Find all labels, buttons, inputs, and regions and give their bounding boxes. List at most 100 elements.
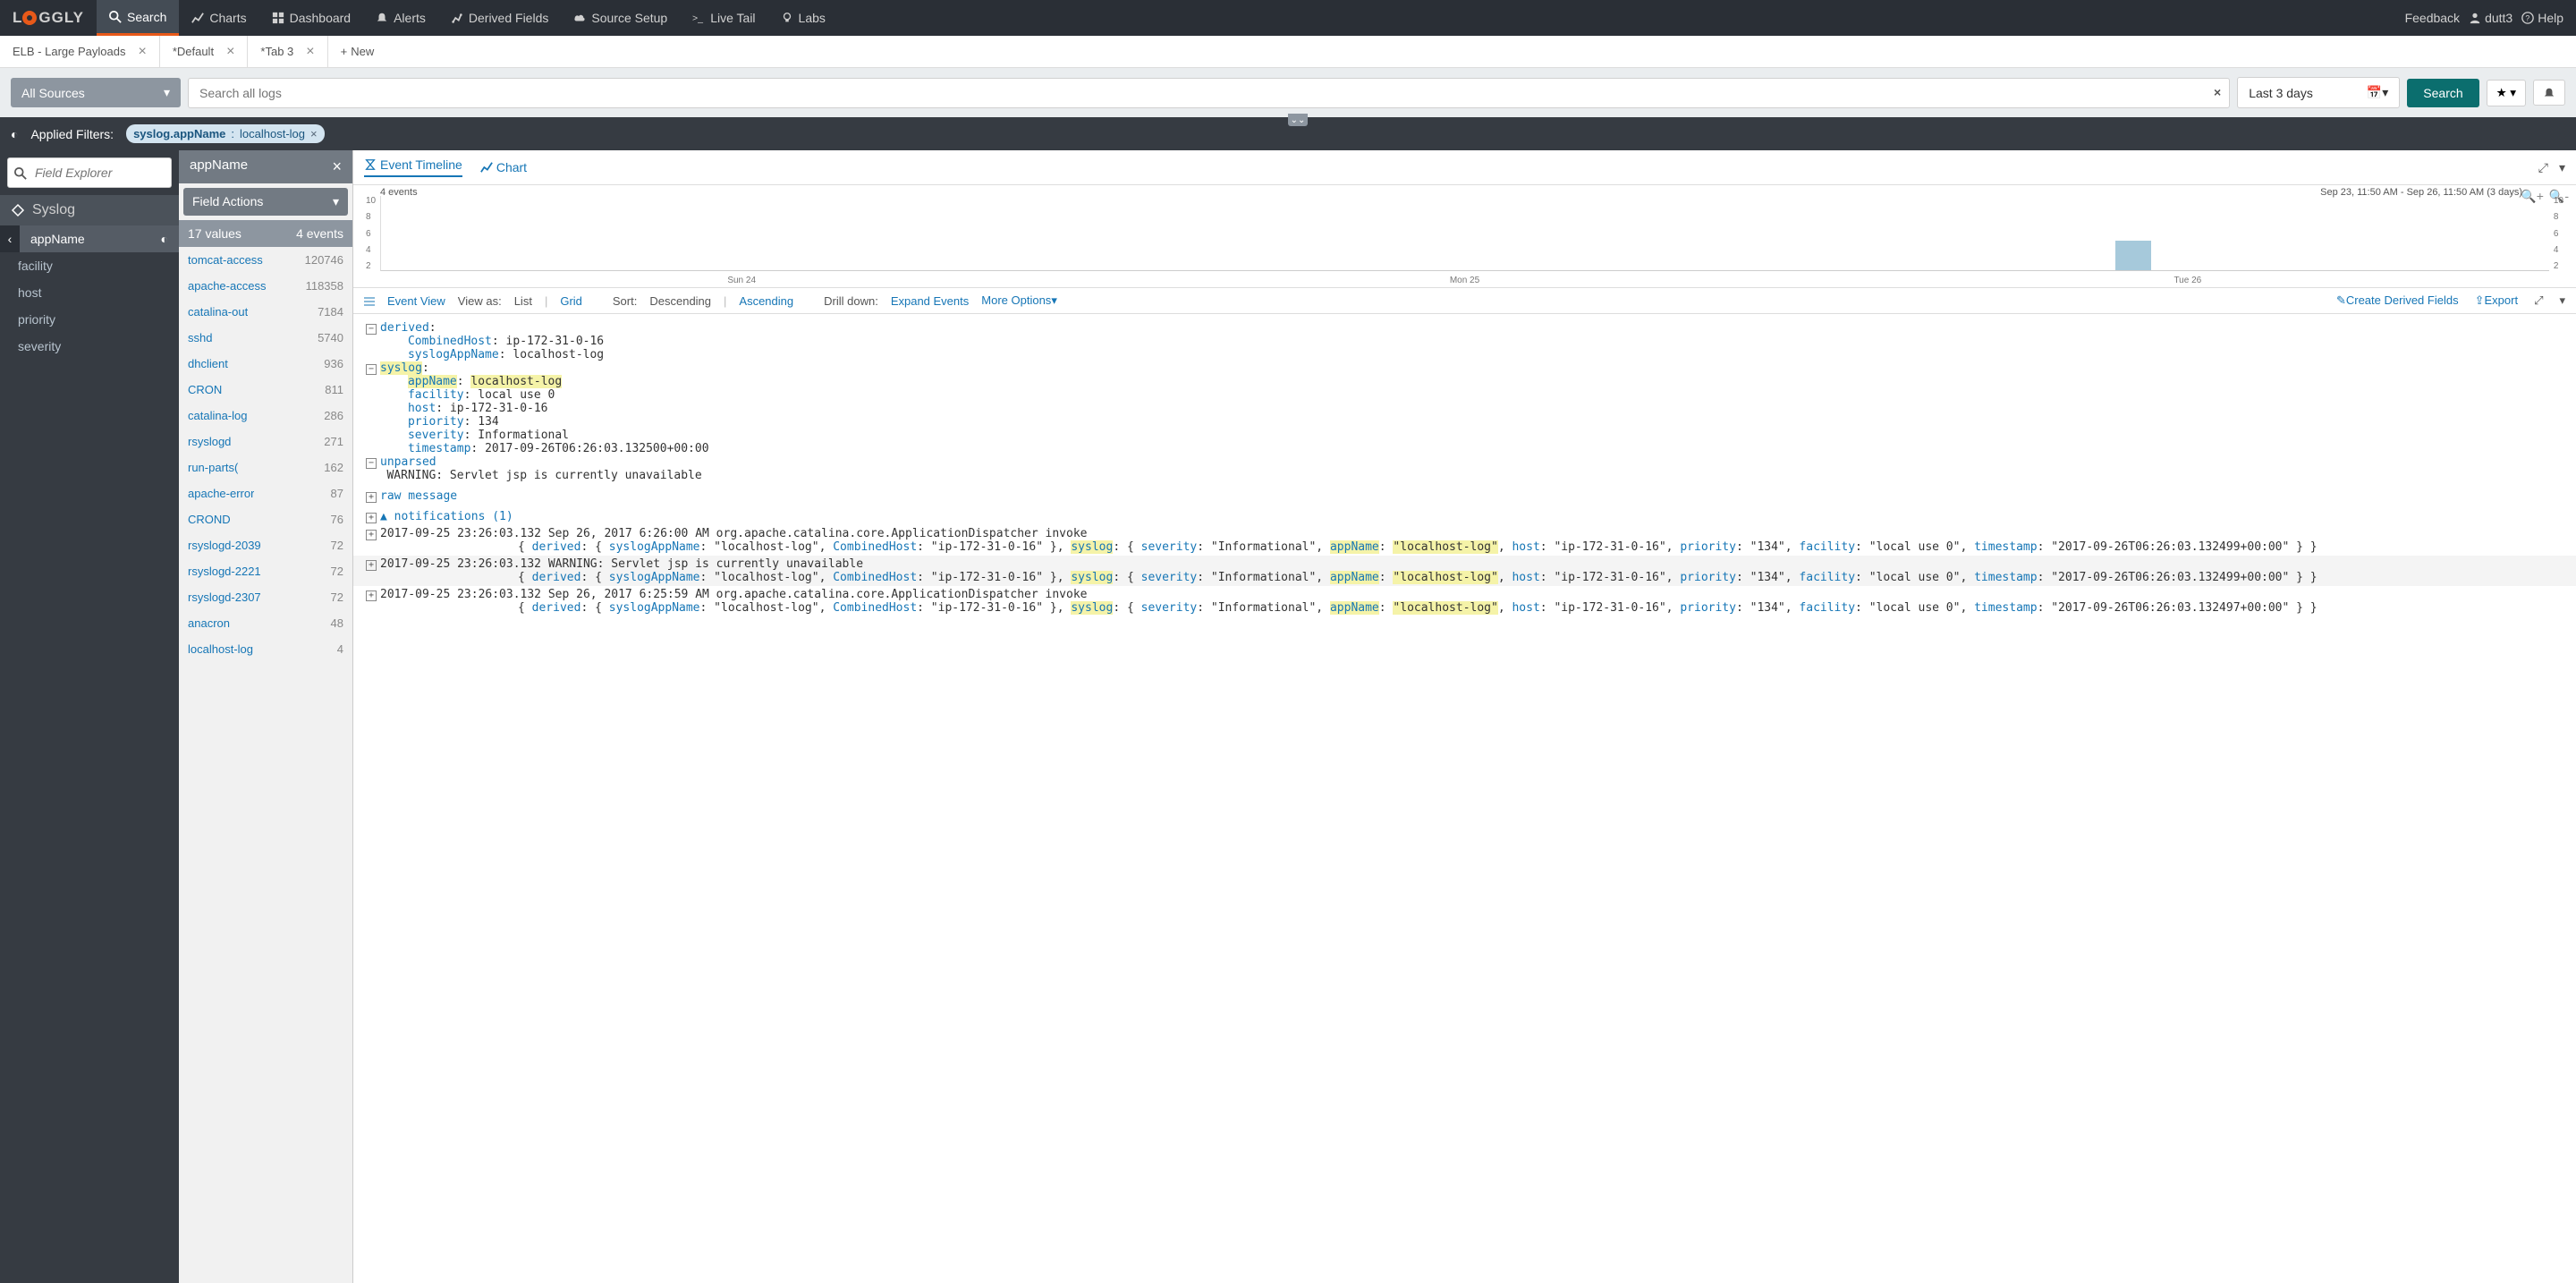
tab-item[interactable]: *Default× <box>160 36 249 67</box>
nav-labs[interactable]: Labs <box>768 0 838 36</box>
time-range-dropdown[interactable]: Last 3 days 📅▾ <box>2237 77 2400 108</box>
favorite-button[interactable]: ★ ▾ <box>2487 80 2526 106</box>
value-row[interactable]: CROND76 <box>179 506 352 532</box>
sort-desc[interactable]: Descending <box>649 294 711 308</box>
bulb-icon <box>781 12 793 24</box>
value-row[interactable]: CRON811 <box>179 377 352 403</box>
clear-icon[interactable]: × <box>2214 85 2221 99</box>
value-row[interactable]: rsyslogd-230772 <box>179 584 352 610</box>
tab-item[interactable]: ELB - Large Payloads× <box>0 36 160 67</box>
search-icon <box>14 166 27 180</box>
expand-icon[interactable]: + <box>366 513 377 523</box>
collapse-icon[interactable]: − <box>366 324 377 335</box>
search-button[interactable]: Search <box>2407 79 2479 107</box>
nav-charts[interactable]: Charts <box>179 0 258 36</box>
chevron-down-icon[interactable]: ▾ <box>2559 293 2565 308</box>
expand-icon[interactable]: + <box>366 591 377 601</box>
chart-bar[interactable] <box>2115 241 2151 270</box>
tree-item-appname[interactable]: appName ◐ <box>20 225 179 252</box>
close-icon[interactable]: × <box>138 44 146 60</box>
field-explorer-input[interactable] <box>7 157 172 188</box>
nav-label: Alerts <box>394 11 426 25</box>
nav-dashboard[interactable]: Dashboard <box>259 0 364 36</box>
value-name: run-parts( <box>188 461 238 474</box>
syslog-header[interactable]: Syslog <box>0 195 179 225</box>
field-actions-dropdown[interactable]: Field Actions ▾ <box>183 188 348 216</box>
pin-icon[interactable]: ◐ <box>161 232 168 246</box>
user-menu[interactable]: dutt3 <box>2469 11 2512 25</box>
expand-icon[interactable]: + <box>366 530 377 540</box>
create-derived-fields[interactable]: ✎Create Derived Fields <box>2336 293 2459 308</box>
alert-button[interactable] <box>2533 80 2565 106</box>
export-button[interactable]: ⇪Export <box>2475 293 2518 308</box>
close-icon[interactable]: × <box>306 44 314 60</box>
close-icon[interactable]: × <box>226 44 234 60</box>
tab-item[interactable]: *Tab 3× <box>248 36 327 67</box>
notifications[interactable]: notifications (1) <box>394 510 513 523</box>
sort-asc[interactable]: Ascending <box>739 294 793 308</box>
collapse-icon[interactable]: − <box>366 364 377 375</box>
logo-o-icon <box>22 11 37 25</box>
derived-icon <box>451 12 463 24</box>
remove-filter-icon[interactable]: × <box>310 127 318 140</box>
event-view-toggle[interactable]: Event View <box>387 294 445 308</box>
value-name: tomcat-access <box>188 253 263 267</box>
tab-chart[interactable]: Chart <box>480 160 527 174</box>
nav-derived-fields[interactable]: Derived Fields <box>438 0 561 36</box>
help-link[interactable]: ? Help <box>2521 11 2563 25</box>
value-row[interactable]: run-parts(162 <box>179 455 352 480</box>
event-row[interactable]: +2017-09-25 23:26:03.132 Sep 26, 2017 6:… <box>353 586 2576 616</box>
value-row[interactable]: tomcat-access120746 <box>179 247 352 273</box>
nav-source-setup[interactable]: Source Setup <box>561 0 680 36</box>
chart-icon <box>480 161 493 174</box>
value-name: localhost-log <box>188 642 253 656</box>
collapse-icon[interactable]: − <box>366 458 377 469</box>
chevron-down-icon[interactable]: ▾ <box>2559 160 2565 175</box>
nav-live-tail[interactable]: >_ Live Tail <box>680 0 767 36</box>
value-row[interactable]: sshd5740 <box>179 325 352 351</box>
sources-dropdown[interactable]: All Sources ▾ <box>11 78 181 107</box>
view-grid[interactable]: Grid <box>560 294 582 308</box>
chart-icon <box>191 12 204 24</box>
value-row[interactable]: apache-error87 <box>179 480 352 506</box>
calendar-icon: 📅▾ <box>2367 85 2388 100</box>
filters-toggle-icon[interactable]: ◐ <box>11 127 18 141</box>
collapse-caret-icon[interactable]: ‹ <box>0 225 20 252</box>
tab-strip: ELB - Large Payloads× *Default× *Tab 3× … <box>0 36 2576 68</box>
value-row[interactable]: rsyslogd-222172 <box>179 558 352 584</box>
expand-down-icon[interactable]: ⌄⌄ <box>1288 114 1308 126</box>
event-row[interactable]: +2017-09-25 23:26:03.132 WARNING: Servle… <box>353 556 2576 586</box>
value-row[interactable]: dhclient936 <box>179 351 352 377</box>
expand-icon[interactable]: + <box>366 492 377 503</box>
view-list[interactable]: List <box>514 294 532 308</box>
feedback-link[interactable]: Feedback <box>2405 11 2460 25</box>
value-row[interactable]: rsyslogd271 <box>179 429 352 455</box>
event-row[interactable]: +2017-09-25 23:26:03.132 Sep 26, 2017 6:… <box>353 525 2576 556</box>
expand-icon[interactable]: + <box>366 560 377 571</box>
filter-pill[interactable]: syslog.appName : localhost-log × <box>126 124 325 143</box>
value-row[interactable]: localhost-log4 <box>179 636 352 662</box>
nav-search[interactable]: Search <box>97 0 179 36</box>
tab-event-timeline[interactable]: Event Timeline <box>364 157 462 177</box>
value-count: 72 <box>331 591 343 604</box>
value-row[interactable]: anacron48 <box>179 610 352 636</box>
value-row[interactable]: catalina-log286 <box>179 403 352 429</box>
search-input[interactable] <box>188 78 2230 108</box>
tree-item-severity[interactable]: severity <box>7 333 179 360</box>
nav-label: Dashboard <box>290 11 352 25</box>
raw-message[interactable]: raw message <box>380 489 457 503</box>
more-options[interactable]: More Options▾ <box>981 293 1057 308</box>
nav-label: Source Setup <box>591 11 667 25</box>
new-tab-button[interactable]: +New <box>328 36 387 67</box>
value-row[interactable]: catalina-out7184 <box>179 299 352 325</box>
value-row[interactable]: apache-access118358 <box>179 273 352 299</box>
nav-alerts[interactable]: Alerts <box>363 0 438 36</box>
value-row[interactable]: rsyslogd-203972 <box>179 532 352 558</box>
tree-item-host[interactable]: host <box>7 279 179 306</box>
tree-item-facility[interactable]: facility <box>7 252 179 279</box>
close-icon[interactable]: × <box>332 157 342 176</box>
tree-item-priority[interactable]: priority <box>7 306 179 333</box>
expand-icon[interactable]: ⤢ <box>2538 160 2548 175</box>
expand-icon[interactable]: ⤢ <box>2534 293 2543 308</box>
expand-events[interactable]: Expand Events <box>891 294 969 308</box>
